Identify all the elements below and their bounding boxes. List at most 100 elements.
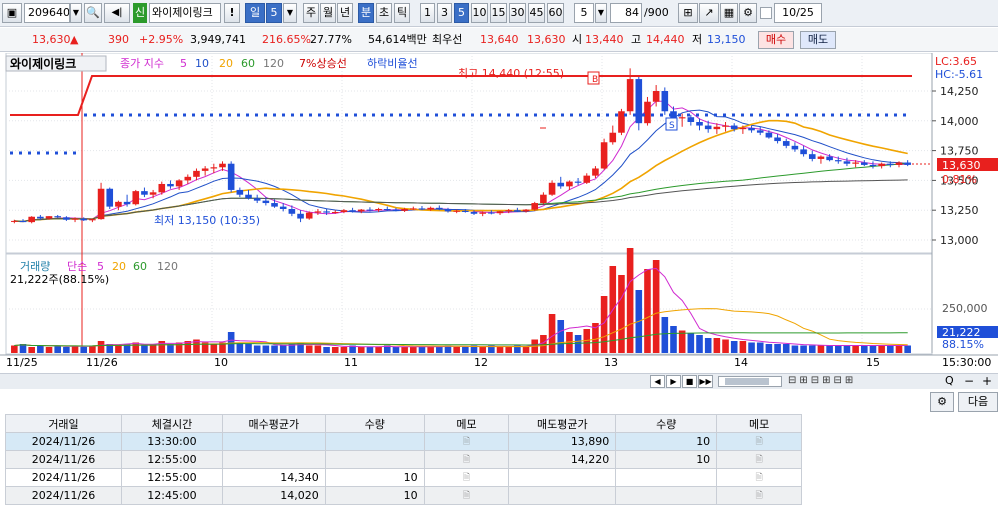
alert-icon[interactable]: ! [224,3,240,23]
column-header-1[interactable]: 체결시간 [121,414,223,433]
scrollbar-thumb[interactable] [725,378,769,385]
volume-bar [791,345,799,353]
interval-tab-3[interactable]: 3 [437,3,452,23]
candle-icon[interactable]: ⊞ [678,3,698,23]
table-row[interactable]: 2024/11/26 12:55:00 14,340 10 🗎 🗎 [4,468,802,487]
period-tab-4[interactable]: 초 [376,3,392,23]
period-tab-1[interactable]: 월 [320,3,336,23]
period-unit[interactable]: 일 [245,3,265,23]
candle-body [54,216,61,218]
column-header-0[interactable]: 거래일 [4,414,123,433]
search-icon[interactable]: 🔍 [84,3,102,23]
cell-buy-price[interactable]: 14,340 [221,468,326,487]
zoom-icon[interactable]: Q [945,374,954,387]
memo-icon[interactable]: 🗎 [716,468,802,487]
interval-tab-5[interactable]: 5 [454,3,469,23]
chart-tool-icons[interactable]: ⊟⊞⊟⊞⊟⊞ [788,375,924,388]
cell-time[interactable]: 12:45:00 [121,486,223,505]
period-value[interactable]: 5 [266,3,282,23]
nav-button-3[interactable]: ▶▶ [698,375,713,388]
cell-sell-price[interactable] [508,486,617,505]
volume-bar [357,347,365,353]
buy-button[interactable]: 매수 [758,31,794,49]
cell-date[interactable]: 2024/11/26 [4,450,123,469]
range-input[interactable]: 84 [610,3,642,23]
cell-sell-price[interactable] [508,468,617,487]
memo-icon[interactable]: 🗎 [423,486,510,505]
period-dropdown-icon[interactable]: ▼ [283,3,297,23]
grid-icon[interactable]: ▦ [720,3,738,23]
interval-tab-15[interactable]: 15 [490,3,507,23]
table-row[interactable]: 2024/11/26 12:55:00 🗎 14,220 10 🗎 [4,450,802,469]
code-input[interactable]: 209640 [24,3,70,23]
y-tick-label: 13,000 [940,234,979,247]
nav-button-0[interactable]: ◀ [650,375,665,388]
column-header-3[interactable]: 수량 [324,414,425,433]
cell-buy-price[interactable] [221,432,326,451]
scrollbar-track[interactable] [718,376,782,387]
cell-buy-qty[interactable] [324,450,425,469]
zoom-in-button[interactable]: + [982,374,992,388]
count-input[interactable]: 5 [574,3,594,23]
cell-buy-price[interactable] [221,450,326,469]
period-tab-3[interactable]: 분 [358,3,374,23]
nav-button-2[interactable]: ■ [682,375,697,388]
cell-buy-qty[interactable]: 10 [324,486,425,505]
period-tab-5[interactable]: 틱 [394,3,410,23]
interval-tab-45[interactable]: 45 [528,3,545,23]
nav-button-1[interactable]: ▶ [666,375,681,388]
memo-icon[interactable]: 🗎 [716,486,802,505]
window-icon[interactable]: ▣ [2,3,22,23]
column-header-5[interactable]: 매도평균가 [508,414,617,433]
volume-bar [496,347,504,353]
cell-buy-qty[interactable] [324,432,425,451]
column-header-7[interactable]: 메모 [716,414,802,433]
column-header-2[interactable]: 매수평균가 [221,414,326,433]
cell-sell-qty[interactable]: 10 [615,432,718,451]
stock-name[interactable]: 와이제이링크 [149,3,221,23]
cell-date[interactable]: 2024/11/26 [4,468,123,487]
price-chart-svg[interactable]: 14,25014,00013,75013,50013,25013,000 와이제… [0,52,998,373]
cell-sell-qty[interactable] [615,468,718,487]
prev-next-icon[interactable]: ◀| [104,3,130,23]
xlabel-14: 14 [734,356,748,369]
grid-settings-icon[interactable]: ⚙ [930,392,954,412]
memo-icon[interactable]: 🗎 [423,432,510,451]
date-checkbox[interactable] [760,7,772,19]
period-tab-2[interactable]: 년 [337,3,353,23]
settings-icon[interactable]: ⚙ [739,3,757,23]
interval-tab-30[interactable]: 30 [509,3,526,23]
line-tool-icon[interactable]: ↗ [699,3,719,23]
next-button[interactable]: 다음 [958,392,998,412]
table-row[interactable]: 2024/11/26 13:30:00 🗎 13,890 10 🗎 [4,432,802,451]
column-header-6[interactable]: 수량 [615,414,718,433]
cell-sell-price[interactable]: 13,890 [508,432,617,451]
period-tab-0[interactable]: 주 [303,3,319,23]
interval-tab-1[interactable]: 1 [420,3,435,23]
interval-tab-10[interactable]: 10 [471,3,488,23]
table-row[interactable]: 2024/11/26 12:45:00 14,020 10 🗎 🗎 [4,486,802,505]
memo-icon[interactable]: 🗎 [423,450,510,469]
column-header-4[interactable]: 메모 [423,414,510,433]
cell-date[interactable]: 2024/11/26 [4,432,123,451]
cell-buy-qty[interactable]: 10 [324,468,425,487]
memo-icon[interactable]: 🗎 [423,468,510,487]
cell-sell-qty[interactable]: 10 [615,450,718,469]
cell-sell-qty[interactable] [615,486,718,505]
interval-tab-60[interactable]: 60 [547,3,564,23]
zoom-out-button[interactable]: − [964,374,974,388]
cell-sell-price[interactable]: 14,220 [508,450,617,469]
cell-time[interactable]: 13:30:00 [121,432,223,451]
cell-date[interactable]: 2024/11/26 [4,486,123,505]
date-input[interactable]: 10/25 [774,3,822,23]
chart-area[interactable]: 14,250 14,000 13,750 13,500 13,250 13,000 와이제… [0,52,998,373]
sell-button[interactable]: 매도 [800,31,836,49]
count-dropdown-icon[interactable]: ▼ [595,3,607,23]
cell-buy-price[interactable]: 14,020 [221,486,326,505]
volume-bar [843,345,851,353]
cell-time[interactable]: 12:55:00 [121,450,223,469]
memo-icon[interactable]: 🗎 [716,450,802,469]
cell-time[interactable]: 12:55:00 [121,468,223,487]
code-dropdown-icon[interactable]: ▼ [70,3,82,23]
memo-icon[interactable]: 🗎 [716,432,802,451]
